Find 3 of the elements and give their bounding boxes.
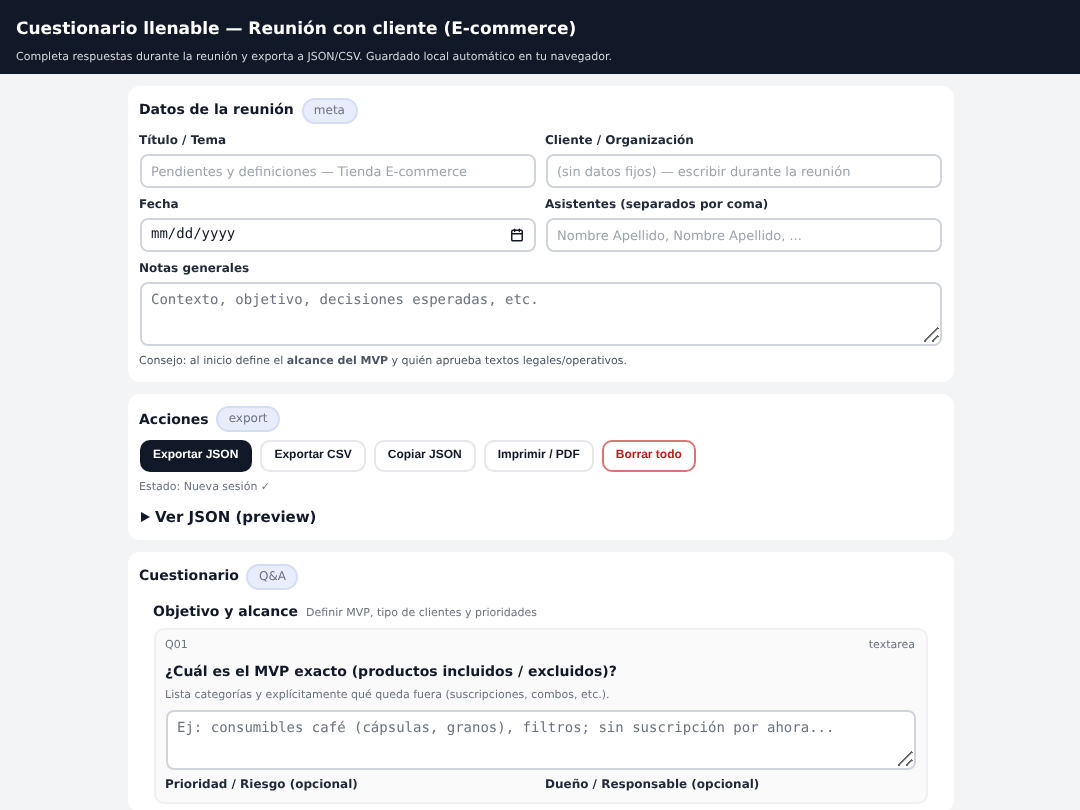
page-title: Cuestionario llenable — Reunión con cliente (E-commerce) <box>16 18 579 44</box>
disclosure-triangle-icon <box>139 511 149 522</box>
calendar-icon[interactable] <box>509 228 523 242</box>
